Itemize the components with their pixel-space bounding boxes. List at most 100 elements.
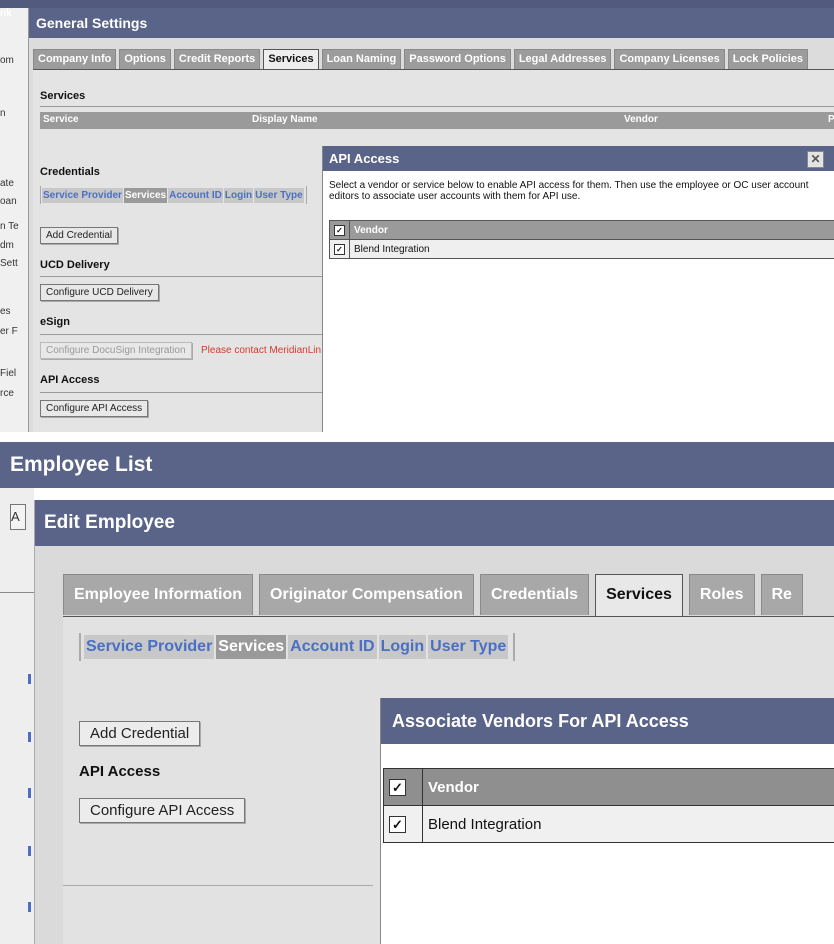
subtab-services[interactable]: Services (216, 635, 287, 659)
divider (40, 106, 834, 107)
employee-list-title: Employee List (0, 442, 834, 488)
row-marker (28, 732, 31, 742)
tab-password-options[interactable]: Password Options (404, 49, 511, 69)
select-all-checkbox[interactable]: ✓ (389, 778, 406, 796)
column-display-name[interactable]: Display Name (252, 114, 318, 125)
tab-legal-addresses[interactable]: Legal Addresses (513, 49, 612, 69)
subtab-user-type[interactable]: User Type (254, 187, 304, 203)
employee-list-screenshot: Employee List A Edit Employee Employee I… (0, 442, 834, 944)
subtab-account-id[interactable]: Account ID (288, 635, 377, 659)
header-checkbox-cell: ✓ (383, 768, 423, 806)
dialog-description: Select a vendor or service below to enab… (329, 180, 809, 202)
tab-originator-compensation[interactable]: Originator Compensation (259, 574, 474, 615)
bg-fragment: es (0, 306, 11, 317)
dialog-title: Associate Vendors For API Access (381, 698, 834, 744)
ucd-section-title: UCD Delivery (40, 259, 110, 271)
divider (40, 392, 330, 393)
tab-re[interactable]: Re (760, 574, 803, 615)
bg-fragment: ate (0, 178, 14, 189)
close-icon[interactable]: ✕ (807, 151, 824, 168)
column-vendor: Vendor (422, 768, 834, 806)
tab-services[interactable]: Services (595, 574, 683, 619)
bg-fragment: n Te (0, 221, 19, 232)
esign-section-title: eSign (40, 316, 70, 328)
subtab-user-type[interactable]: User Type (428, 635, 509, 659)
bg-fragment: n (0, 108, 6, 119)
configure-ucd-button[interactable]: Configure UCD Delivery (40, 284, 159, 301)
vendor-name: Blend Integration (349, 239, 834, 259)
settings-tab-bar: Company Info Options Credit Reports Serv… (33, 49, 809, 71)
tab-roles[interactable]: Roles (688, 574, 755, 615)
credential-subtabs: Service Provider Services Account ID Log… (79, 633, 516, 661)
subtab-account-id[interactable]: Account ID (168, 187, 223, 203)
bg-fragment: er F (0, 326, 18, 337)
column-service[interactable]: Service (43, 114, 79, 125)
tab-lock-policies[interactable]: Lock Policies (727, 49, 809, 69)
api-section-title: API Access (79, 763, 161, 780)
api-section-title: API Access (40, 374, 100, 386)
table-header-row: ✓ Vendor (329, 220, 834, 240)
bg-fragment: Fiel (0, 368, 17, 379)
bg-fragment: om (0, 55, 14, 66)
bg-fragment: dm (0, 240, 14, 251)
column-p[interactable]: P (828, 114, 834, 125)
configure-api-access-button[interactable]: Configure API Access (40, 400, 149, 417)
row-marker (28, 902, 31, 912)
api-access-dialog: API Access ✕ Select a vendor or service … (322, 146, 834, 432)
subtab-services[interactable]: Services (123, 187, 168, 203)
vendor-table: ✓ Vendor ✓ Blend Integration (329, 220, 834, 259)
background-page-left (0, 488, 34, 944)
window-title: Edit Employee (35, 500, 834, 546)
associate-vendors-dialog: Associate Vendors For API Access ✓ Vendo… (380, 698, 834, 944)
table-row: ✓ Blend Integration (329, 239, 834, 259)
divider (40, 334, 330, 335)
row-marker (28, 674, 31, 684)
subtab-login[interactable]: Login (378, 635, 427, 659)
bg-fragment: rce (0, 388, 14, 399)
vendor-checkbox[interactable]: ✓ (389, 815, 406, 833)
tab-employee-information[interactable]: Employee Information (63, 574, 254, 615)
esign-warning: Please contact MeridianLin (201, 345, 322, 356)
tab-services[interactable]: Services (263, 49, 319, 71)
tab-credit-reports[interactable]: Credit Reports (173, 49, 261, 69)
credentials-section-title: Credentials (40, 166, 100, 178)
row-marker (28, 788, 31, 798)
configure-docusign-button[interactable]: Configure DocuSign Integration (40, 342, 192, 359)
table-header-row: ✓ Vendor (383, 768, 834, 806)
vendor-table: ✓ Vendor ✓ Blend Integration (383, 768, 834, 843)
divider (40, 276, 330, 277)
tab-loan-naming[interactable]: Loan Naming (321, 49, 402, 69)
row-checkbox-cell: ✓ (329, 239, 350, 259)
bg-fragment: nk (0, 8, 12, 19)
add-credential-button[interactable]: Add Credential (79, 721, 201, 746)
column-vendor[interactable]: Vendor (624, 114, 658, 125)
tab-company-licenses[interactable]: Company Licenses (614, 49, 725, 69)
top-header-strip (0, 0, 834, 8)
employee-tab-bar: Employee Information Originator Compensa… (63, 574, 803, 619)
general-settings-screenshot: nk om n ate oan n Te dm Sett es er F Fie… (0, 0, 834, 432)
subtab-service-provider[interactable]: Service Provider (84, 635, 215, 659)
vendor-checkbox[interactable]: ✓ (334, 243, 345, 255)
add-credential-button[interactable]: Add Credential (40, 227, 119, 244)
row-marker (28, 846, 31, 856)
select-all-checkbox[interactable]: ✓ (334, 224, 345, 236)
tab-options[interactable]: Options (119, 49, 171, 69)
row-checkbox-cell: ✓ (383, 805, 423, 843)
subtab-service-provider[interactable]: Service Provider (42, 187, 123, 203)
screenshot-divider (0, 432, 834, 442)
tab-company-info[interactable]: Company Info (33, 49, 117, 69)
window-title: General Settings (29, 8, 834, 38)
services-section-title: Services (40, 90, 86, 102)
header-checkbox-cell: ✓ (329, 220, 350, 240)
vendor-name: Blend Integration (422, 805, 834, 843)
services-table-header: Service Display Name Vendor P (40, 112, 834, 129)
bg-fragment: oan (0, 196, 17, 207)
table-row: ✓ Blend Integration (383, 805, 834, 843)
bg-fragment: Sett (0, 258, 18, 269)
tab-credentials[interactable]: Credentials (479, 574, 590, 615)
divider (0, 592, 34, 593)
credential-subtabs: Service Provider Services Account ID Log… (40, 186, 307, 204)
background-button[interactable]: A (10, 504, 26, 530)
configure-api-access-button[interactable]: Configure API Access (79, 798, 246, 823)
subtab-login[interactable]: Login (223, 187, 254, 203)
